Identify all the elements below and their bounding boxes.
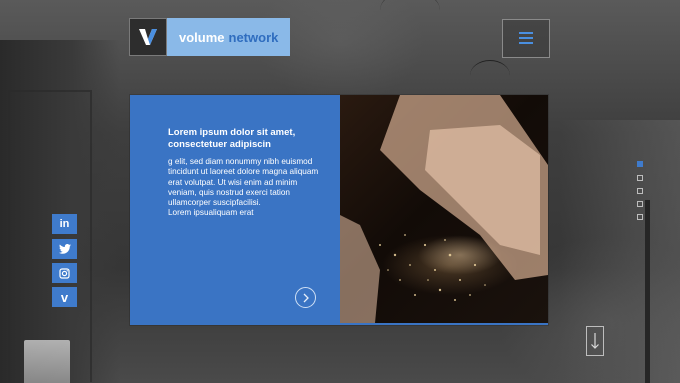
card-text-panel: Lorem ipsum dolor sit amet, consectetuer…	[130, 95, 340, 323]
chevron-right-icon	[303, 293, 309, 302]
next-slide-button[interactable]	[295, 287, 316, 308]
pager-dot-2[interactable]	[637, 175, 643, 181]
pager-dot-3[interactable]	[637, 188, 643, 194]
pager-dot-4[interactable]	[637, 201, 643, 207]
logo-mark	[129, 18, 167, 56]
feature-card: Lorem ipsum dolor sit amet, consectetuer…	[130, 95, 548, 325]
twitter-button[interactable]	[52, 239, 77, 259]
logo-word-network: network	[228, 29, 279, 45]
card-image-hand-dust	[340, 95, 548, 323]
brand-logo[interactable]: volume network	[129, 18, 291, 56]
vimeo-button[interactable]: v	[52, 287, 77, 307]
background-wire	[470, 60, 510, 91]
background-block	[560, 120, 680, 383]
card-title: Lorem ipsum dolor sit amet, consectetuer…	[168, 127, 296, 150]
instagram-icon	[59, 267, 70, 279]
pager-dot-1[interactable]	[637, 161, 643, 167]
logo-v-icon	[139, 29, 157, 45]
menu-button[interactable]	[502, 19, 550, 58]
vimeo-icon: v	[60, 289, 69, 305]
twitter-icon	[58, 244, 71, 254]
background-doorframe	[8, 90, 92, 382]
linkedin-icon: in	[59, 218, 70, 230]
instagram-button[interactable]	[52, 263, 77, 283]
pager-dot-5[interactable]	[637, 214, 643, 220]
card-body: g elit, sed diam nonummy nibh euismod ti…	[168, 157, 319, 218]
logo-word-volume: volume	[179, 29, 225, 45]
arrow-down-icon	[591, 333, 599, 349]
background-pole	[645, 200, 650, 383]
logo-wordmark: volume network	[167, 18, 291, 56]
scroll-down-button[interactable]	[586, 326, 604, 356]
card-underline	[130, 323, 548, 325]
background-bucket	[24, 340, 70, 383]
linkedin-button[interactable]: in	[52, 214, 77, 234]
hand-photo	[340, 95, 548, 323]
